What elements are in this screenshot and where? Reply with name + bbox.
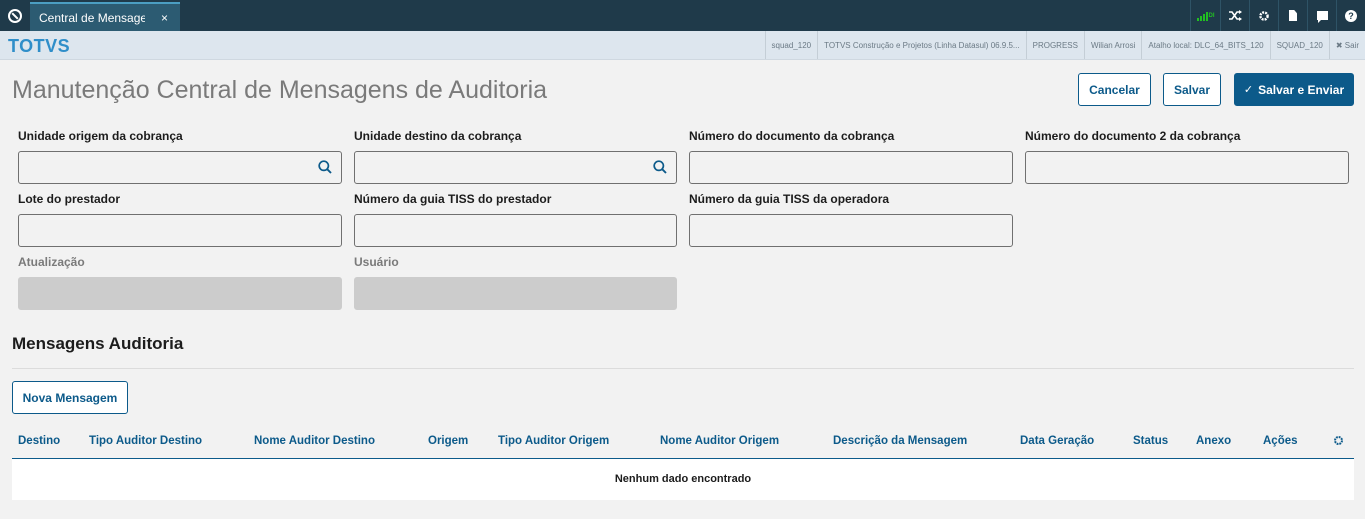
numero-documento-label: Número do documento da cobrança: [689, 129, 895, 143]
shuffle-icon[interactable]: [1220, 0, 1249, 31]
status-company: TOTVS Construção e Projetos (Linha Datas…: [817, 31, 1026, 59]
check-icon: ✓: [1243, 84, 1254, 96]
empty-table-message: Nenhum dado encontrado: [614, 473, 752, 485]
unidade-origem-field[interactable]: [18, 151, 342, 184]
connection-signal-icon[interactable]: DI: [1190, 0, 1220, 31]
page-title: Manutenção Central de Mensagens de Audit…: [12, 76, 548, 104]
section-divider: [12, 368, 1354, 369]
column-header[interactable]: Origem: [428, 435, 468, 447]
top-bar: Central de Mensagens × DI ?: [0, 0, 1365, 31]
logout-button[interactable]: ✖ Sair: [1328, 31, 1365, 59]
numero-documento-input[interactable]: [690, 152, 1012, 183]
cancel-button[interactable]: Cancelar: [1078, 73, 1151, 106]
column-header[interactable]: Descrição da Mensagem: [833, 435, 967, 447]
save-button[interactable]: Salvar: [1163, 73, 1221, 106]
column-header[interactable]: Ações: [1263, 435, 1298, 447]
lote-prestador-field[interactable]: [18, 214, 342, 247]
brand-bar: TOTVS squad_120 TOTVS Construção e Proje…: [0, 31, 1365, 60]
unidade-destino-field[interactable]: [354, 151, 677, 184]
save-send-button[interactable]: ✓ Salvar e Enviar: [1234, 73, 1354, 106]
tab-close-icon[interactable]: ×: [161, 11, 168, 25]
atualizacao-label: Atualização: [18, 255, 85, 269]
guia-tiss-prestador-input[interactable]: [355, 215, 676, 246]
numero-documento-2-field[interactable]: [1025, 151, 1349, 184]
numero-documento-2-input[interactable]: [1026, 152, 1348, 183]
document-icon[interactable]: [1278, 0, 1307, 31]
lote-prestador-input[interactable]: [19, 215, 341, 246]
numero-documento-2-label: Número do documento 2 da cobrança: [1025, 129, 1241, 143]
help-icon[interactable]: ?: [1336, 0, 1365, 31]
tab-label: Central de Mensagens: [39, 10, 145, 25]
chat-icon[interactable]: [1307, 0, 1336, 31]
table-settings-icon[interactable]: [1333, 435, 1344, 446]
table-body: Nenhum dado encontrado: [12, 459, 1354, 500]
column-header[interactable]: Nome Auditor Origem: [660, 435, 779, 447]
lote-prestador-label: Lote do prestador: [18, 192, 121, 206]
unidade-origem-label: Unidade origem da cobrança: [18, 129, 183, 143]
guia-tiss-prestador-label: Número da guia TISS do prestador: [354, 192, 552, 206]
column-header[interactable]: Anexo: [1196, 435, 1231, 447]
usuario-field: [354, 277, 677, 310]
guia-tiss-prestador-field[interactable]: [354, 214, 677, 247]
status-squad: squad_120: [764, 31, 818, 59]
column-header[interactable]: Tipo Auditor Destino: [89, 435, 202, 447]
column-header[interactable]: Data Geração: [1020, 435, 1094, 447]
guia-tiss-operadora-input[interactable]: [690, 215, 1012, 246]
status-shortcut: Atalho local: DLC_64_BITS_120: [1141, 31, 1269, 59]
status-user: Wilian Arrosi: [1083, 31, 1141, 59]
totvs-logo: TOTVS: [8, 36, 71, 56]
guia-tiss-operadora-label: Número da guia TISS da operadora: [689, 192, 890, 206]
guia-tiss-operadora-field[interactable]: [689, 214, 1013, 247]
status-database: PROGRESS: [1025, 31, 1084, 59]
tab-central-mensagens[interactable]: Central de Mensagens ×: [30, 2, 180, 31]
numero-documento-field[interactable]: [689, 151, 1013, 184]
app-menu-icon[interactable]: [0, 0, 30, 31]
table-header: Destino Tipo Auditor Destino Nome Audito…: [12, 426, 1354, 459]
atualizacao-field: [18, 277, 342, 310]
save-send-label: Salvar e Enviar: [1258, 82, 1345, 97]
column-header[interactable]: Nome Auditor Destino: [254, 435, 375, 447]
section-title: Mensagens Auditoria: [12, 334, 184, 353]
new-message-button[interactable]: Nova Mensagem: [12, 381, 128, 414]
usuario-label: Usuário: [354, 255, 399, 269]
column-header[interactable]: Destino: [18, 435, 60, 447]
status-environment: SQUAD_120: [1269, 31, 1329, 59]
gear-icon[interactable]: [1249, 0, 1278, 31]
unidade-destino-label: Unidade destino da cobrança: [354, 129, 522, 143]
column-header[interactable]: Status: [1133, 435, 1168, 447]
column-header[interactable]: Tipo Auditor Origem: [498, 435, 609, 447]
unidade-origem-input[interactable]: [19, 152, 341, 183]
unidade-destino-input[interactable]: [355, 152, 676, 183]
search-icon[interactable]: [318, 160, 332, 174]
search-icon[interactable]: [653, 160, 667, 174]
